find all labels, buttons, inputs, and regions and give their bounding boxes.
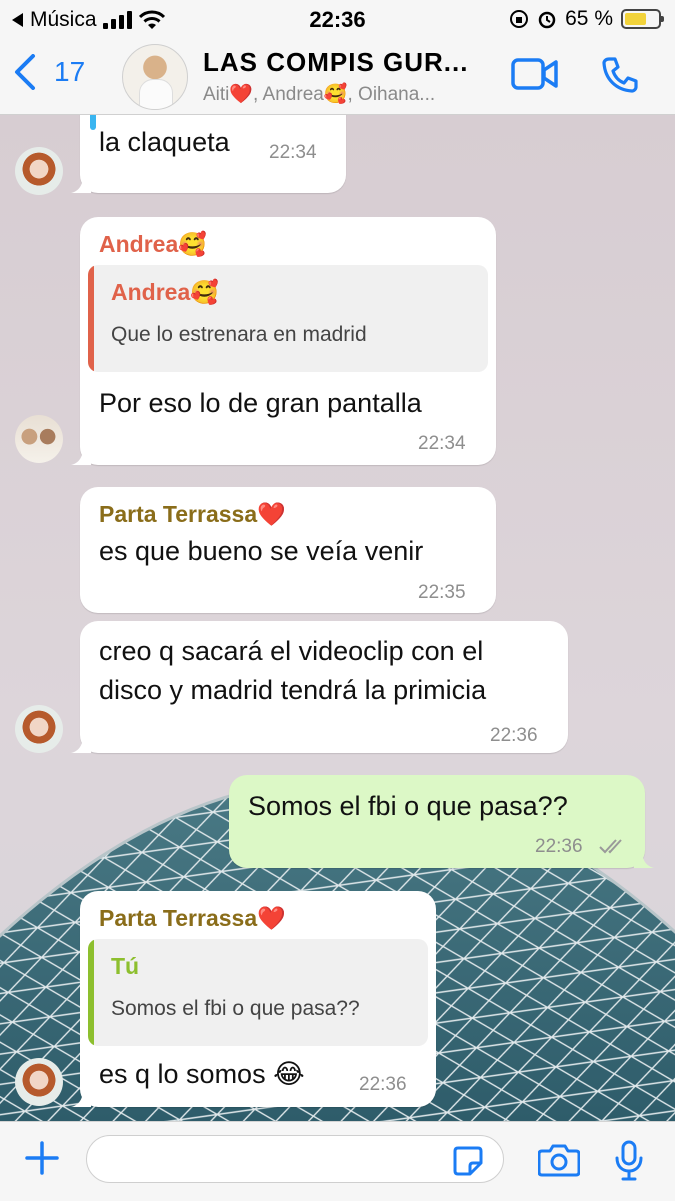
quote-bar bbox=[88, 265, 94, 372]
message-time: 22:35 bbox=[418, 582, 466, 603]
message-text: la claqueta bbox=[99, 127, 230, 157]
chat-header: 17 LAS COMPIS GUR... Aiti❤️, Andrea🥰, Oi… bbox=[0, 38, 675, 115]
message-time: 22:36 bbox=[359, 1074, 407, 1095]
quote-sender: Andrea🥰 bbox=[111, 279, 219, 305]
sender-name[interactable]: Parta Terrassa❤️ bbox=[99, 501, 286, 528]
bubble-tail bbox=[71, 175, 91, 193]
plus-icon[interactable] bbox=[24, 1140, 60, 1176]
message-time: 22:34 bbox=[269, 142, 317, 163]
unread-count: 17 bbox=[54, 56, 86, 87]
status-bar: Música 22:36 65 % bbox=[0, 0, 675, 38]
group-title[interactable]: LAS COMPIS GUR... bbox=[203, 47, 468, 78]
message-bubble[interactable]: creo q sacará el videoclip con el disco … bbox=[71, 621, 568, 753]
quote-text: Somos el fbi o que pasa?? bbox=[111, 997, 360, 1020]
message-bubble[interactable]: Parta Terrassa❤️ Tú Somos el fbi o que p… bbox=[71, 891, 436, 1107]
message-text-line: creo q sacará el videoclip con el bbox=[99, 636, 484, 666]
phone-call-icon[interactable] bbox=[601, 56, 639, 94]
battery-icon bbox=[621, 9, 664, 29]
bubble-tail bbox=[71, 447, 91, 465]
message-bubble[interactable]: la claqueta 22:34 bbox=[71, 115, 346, 193]
video-call-icon[interactable] bbox=[511, 56, 559, 92]
sticker-icon[interactable] bbox=[452, 1145, 484, 1177]
sender-name[interactable]: Parta Terrassa❤️ bbox=[99, 905, 286, 932]
sender-name[interactable]: Andrea🥰 bbox=[99, 231, 207, 258]
avatar[interactable] bbox=[15, 415, 63, 463]
outgoing-message-bubble[interactable]: Somos el fbi o que pasa?? 22:36 bbox=[229, 775, 654, 868]
message-text-line: disco y madrid tendrá la primicia bbox=[99, 675, 487, 705]
message-text: es que bueno se veía venir bbox=[99, 536, 424, 566]
quote-bar bbox=[90, 115, 96, 130]
camera-icon[interactable] bbox=[538, 1143, 580, 1177]
message-time: 22:34 bbox=[418, 433, 466, 454]
message-time: 22:36 bbox=[535, 836, 583, 857]
message-text: es q lo somos 😂 bbox=[99, 1059, 305, 1089]
group-avatar[interactable] bbox=[122, 44, 188, 110]
quote-bar bbox=[88, 939, 94, 1046]
bubble-tail bbox=[71, 735, 91, 753]
quoted-message[interactable]: Andrea🥰 Que lo estrenara en madrid bbox=[88, 265, 488, 372]
read-checkmarks-icon bbox=[599, 839, 622, 854]
message-text: Por eso lo de gran pantalla bbox=[99, 388, 422, 418]
back-button[interactable]: 17 bbox=[14, 54, 85, 90]
message-input[interactable] bbox=[86, 1135, 504, 1183]
avatar[interactable] bbox=[15, 705, 63, 753]
orientation-lock-icon bbox=[510, 10, 529, 28]
composer-bar bbox=[0, 1121, 675, 1201]
group-members[interactable]: Aiti❤️, Andrea🥰, Oihana... bbox=[203, 82, 435, 106]
bubble-tail bbox=[634, 850, 654, 868]
alarm-icon bbox=[538, 11, 556, 29]
quote-sender: Tú bbox=[111, 953, 140, 979]
message-bubble[interactable]: Parta Terrassa❤️ es que bueno se veía ve… bbox=[80, 487, 496, 613]
battery-percent: 65 % bbox=[565, 7, 613, 30]
chevron-left-icon bbox=[15, 54, 35, 90]
message-text: Somos el fbi o que pasa?? bbox=[248, 791, 568, 821]
message-bubble[interactable]: Andrea🥰 Andrea🥰 Que lo estrenara en madr… bbox=[71, 217, 496, 465]
bubble-tail bbox=[71, 1089, 91, 1107]
quoted-message[interactable]: Tú Somos el fbi o que pasa?? bbox=[88, 939, 428, 1046]
avatar[interactable] bbox=[15, 1058, 63, 1106]
quote-text: Que lo estrenara en madrid bbox=[111, 323, 367, 346]
microphone-icon[interactable] bbox=[614, 1140, 644, 1182]
message-time: 22:36 bbox=[490, 725, 538, 746]
chat-area[interactable]: la claqueta 22:34 Andrea🥰 Andrea🥰 Que lo… bbox=[0, 115, 675, 1121]
avatar[interactable] bbox=[15, 147, 63, 195]
